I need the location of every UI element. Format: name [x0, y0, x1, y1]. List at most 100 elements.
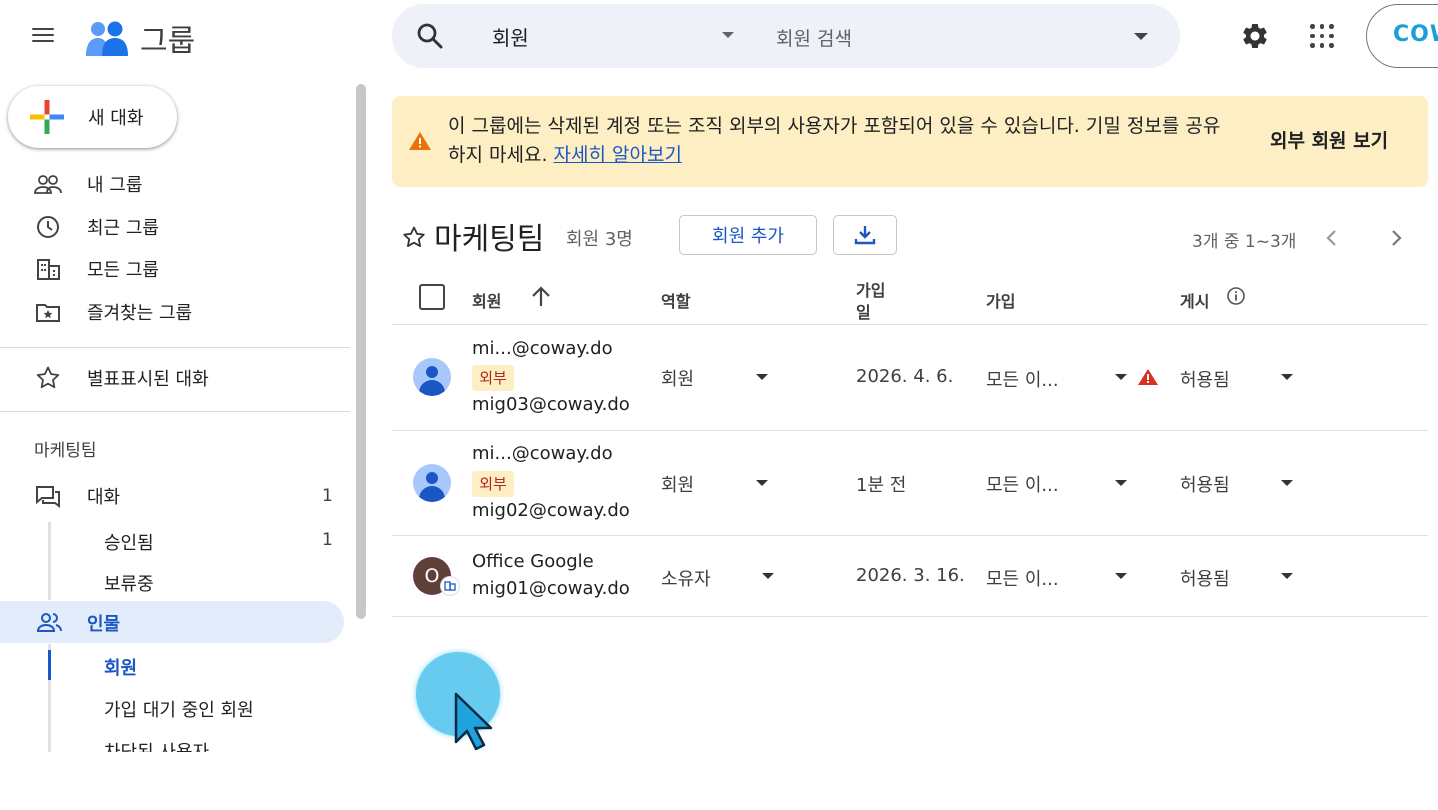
add-member-button[interactable]: 회원 추가 [679, 215, 817, 255]
member-email: mig03@coway.do [472, 394, 630, 415]
search-icon[interactable] [416, 22, 444, 50]
chevron-down-icon[interactable] [1281, 480, 1293, 486]
learn-more-link[interactable]: 자세히 알아보기 [554, 144, 682, 166]
sidebar-item-conversations[interactable]: 대화 1 [0, 475, 350, 517]
view-external-members-button[interactable]: 외부 회원 보기 [1270, 126, 1388, 153]
sidebar-item-pending[interactable]: 보류중 [104, 570, 154, 596]
sidebar-item-starred[interactable]: 별표표시된 대화 [0, 357, 350, 399]
search-input[interactable]: 회원 검색 [776, 24, 852, 51]
row-divider [392, 616, 1428, 617]
group-title: 마케팅팀 [434, 222, 545, 257]
chevron-down-icon[interactable] [756, 480, 768, 486]
sidebar-item-label: 즐겨찾는 그룹 [87, 303, 193, 324]
column-header-member[interactable]: 회원 [472, 288, 501, 312]
sidebar-item-recent-groups[interactable]: 최근 그룹 [0, 206, 350, 248]
group-section-title: 마케팅팀 [34, 441, 97, 461]
chevron-down-icon[interactable] [1281, 573, 1293, 579]
mouse-cursor-icon [454, 692, 493, 751]
gear-icon[interactable] [1240, 21, 1270, 51]
managed-account-badge [440, 576, 460, 596]
avatar [413, 358, 451, 396]
member-count: 회원 3명 [566, 229, 633, 250]
apps-grid-icon[interactable] [1310, 24, 1334, 48]
sidebar-divider [0, 347, 350, 348]
chevron-down-icon[interactable] [1115, 480, 1127, 486]
search-options-icon[interactable] [1134, 33, 1148, 40]
download-button[interactable] [833, 215, 897, 255]
sidebar-item-all-groups[interactable]: 모든 그룹 [0, 248, 350, 290]
main-menu-button[interactable] [32, 24, 56, 46]
column-header-posting[interactable]: 게시 [1180, 288, 1209, 312]
role-select[interactable]: 소유자 [661, 565, 711, 591]
posting-select[interactable]: 허용됨 [1180, 471, 1230, 497]
sidebar-scrollbar[interactable] [356, 84, 366, 619]
sidebar-item-label: 모든 그룹 [87, 260, 159, 281]
tree-line [48, 522, 51, 600]
star-icon [36, 366, 60, 389]
banner-message: 이 그룹에는 삭제된 계정 또는 조직 외부의 사용자가 포함되어 있을 수 있… [448, 112, 1228, 170]
joined-date: 2026. 3. 16. [856, 565, 965, 586]
posting-select[interactable]: 허용됨 [1180, 366, 1230, 392]
join-method-select[interactable]: 모든 이... [986, 471, 1059, 497]
building-icon [37, 259, 60, 280]
approved-count: 1 [322, 530, 333, 550]
sidebar-clip: 차단된 사용자 [100, 732, 350, 752]
active-indicator [48, 650, 51, 680]
chevron-down-icon[interactable] [722, 32, 734, 38]
sidebar-item-favorite-groups[interactable]: 즐겨찾는 그룹 [0, 291, 350, 333]
search-scope-select[interactable]: 회원 [492, 22, 529, 51]
chevron-right-icon[interactable] [1388, 229, 1404, 247]
conversation-count: 1 [322, 486, 333, 506]
building-icon [444, 581, 456, 591]
join-method-select[interactable]: 모든 이... [986, 366, 1059, 392]
chevron-down-icon[interactable] [1115, 374, 1127, 380]
sidebar-item-label: 최근 그룹 [87, 218, 159, 239]
sidebar-item-approved[interactable]: 승인됨 [104, 529, 154, 555]
favorite-star-icon[interactable] [402, 226, 426, 248]
forum-icon [36, 486, 60, 508]
groups-logo-icon [86, 21, 128, 56]
column-header-joined-date[interactable]: 가입 [856, 277, 885, 301]
error-warning-icon [1138, 369, 1158, 385]
sidebar-item-my-groups[interactable]: 내 그룹 [0, 163, 350, 205]
column-header-role[interactable]: 역할 [661, 288, 690, 312]
new-chat-label: 새 대화 [88, 108, 144, 129]
info-icon[interactable] [1226, 286, 1246, 306]
chevron-down-icon[interactable] [1281, 374, 1293, 380]
chevron-down-icon[interactable] [1115, 573, 1127, 579]
column-header-joined-date-2: 일 [856, 303, 871, 322]
external-badge: 외부 [472, 365, 514, 391]
role-select[interactable]: 회원 [661, 471, 694, 497]
folder-star-icon [36, 304, 60, 322]
sidebar-divider [0, 411, 350, 412]
sidebar-item-label: 인물 [87, 614, 121, 635]
column-header-join-method[interactable]: 가입 [986, 288, 1015, 312]
posting-select[interactable]: 허용됨 [1180, 565, 1230, 591]
people-icon [34, 175, 62, 194]
chevron-down-icon[interactable] [756, 374, 768, 380]
sidebar-item-members[interactable]: 회원 [104, 654, 137, 680]
people-icon [36, 613, 62, 632]
warning-icon [409, 132, 431, 150]
sidebar-item-blocked-users[interactable]: 차단된 사용자 [104, 738, 209, 752]
account-brand-button[interactable]: COWAY [1366, 4, 1438, 68]
sidebar-item-label: 별표표시된 대화 [87, 369, 209, 390]
app-title: 그룹 [140, 24, 196, 59]
chevron-left-icon[interactable] [1324, 229, 1340, 247]
chevron-down-icon[interactable] [762, 573, 774, 579]
role-select[interactable]: 회원 [661, 365, 694, 391]
download-icon [854, 226, 876, 245]
member-email: mig02@coway.do [472, 500, 630, 521]
sidebar-item-pending-members[interactable]: 가입 대기 중인 회원 [104, 696, 254, 722]
plus-icon [30, 100, 64, 134]
new-chat-button[interactable]: 새 대화 [8, 86, 177, 148]
join-method-select[interactable]: 모든 이... [986, 565, 1059, 591]
sort-arrow-up-icon[interactable] [529, 285, 553, 309]
member-email: mig01@coway.do [472, 578, 630, 599]
sidebar-item-label: 대화 [87, 487, 121, 508]
joined-date: 1분 전 [856, 475, 907, 496]
member-display-name: mi...@coway.do [472, 443, 613, 464]
select-all-checkbox[interactable] [419, 284, 445, 310]
joined-date: 2026. 4. 6. [856, 366, 954, 387]
app-logo[interactable]: 그룹 [84, 16, 195, 60]
